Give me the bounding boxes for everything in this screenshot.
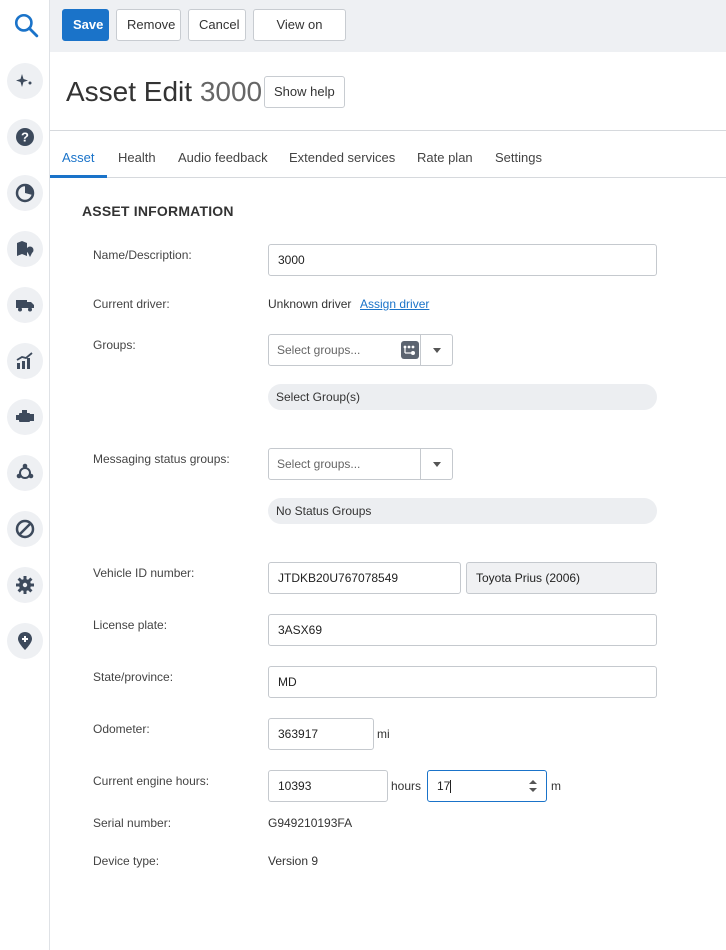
tab-health[interactable]: Health bbox=[118, 138, 156, 178]
groups-placeholder: Select groups... bbox=[277, 343, 361, 357]
sidebar: ? bbox=[0, 0, 50, 950]
engine-hours-label: Current engine hours: bbox=[93, 774, 210, 788]
driver-label: Current driver: bbox=[93, 297, 170, 311]
page-title: Asset Edit 3000 bbox=[66, 74, 262, 110]
groups-pill: Select Group(s) bbox=[268, 384, 657, 410]
remove-button[interactable]: Remove bbox=[116, 9, 181, 41]
serial-number-value: G949210193FA bbox=[268, 816, 353, 830]
gear-icon[interactable] bbox=[7, 567, 43, 603]
odometer-unit: mi bbox=[377, 727, 390, 741]
text-caret bbox=[450, 780, 452, 794]
device-type-value: Version 9 bbox=[268, 854, 319, 868]
spinner-arrows-icon[interactable] bbox=[528, 779, 538, 793]
network-icon[interactable] bbox=[7, 455, 43, 491]
main-content: Asset Edit 3000 Show help Asset Health A… bbox=[50, 52, 726, 950]
status-groups-pill: No Status Groups bbox=[268, 498, 657, 524]
groups-dropdown-caret-icon[interactable] bbox=[420, 335, 452, 365]
location-plus-icon[interactable] bbox=[7, 623, 43, 659]
status-groups-placeholder: Select groups... bbox=[277, 457, 361, 471]
device-type-label: Device type: bbox=[93, 854, 160, 868]
tab-rate-plan[interactable]: Rate plan bbox=[417, 138, 473, 178]
license-plate-input[interactable]: 3ASX69 bbox=[268, 614, 657, 646]
engine-minutes-value: 17 bbox=[437, 779, 451, 793]
sparkle-icon[interactable] bbox=[7, 63, 43, 99]
cancel-button[interactable]: Cancel bbox=[188, 9, 246, 41]
status-groups-label: Messaging status groups: bbox=[93, 452, 230, 466]
tab-asset[interactable]: Asset bbox=[50, 138, 107, 178]
help-icon[interactable]: ? bbox=[7, 119, 43, 155]
groups-label: Groups: bbox=[93, 338, 136, 352]
name-label: Name/Description: bbox=[93, 248, 192, 262]
toolbar: Save Remove Cancel View on map bbox=[50, 0, 726, 62]
serial-label: Serial number: bbox=[93, 816, 172, 830]
engine-hours-unit: hours bbox=[391, 779, 422, 793]
status-groups-select[interactable]: Select groups... bbox=[268, 448, 453, 480]
asset-id: 3000 bbox=[199, 76, 263, 107]
odometer-input[interactable]: 363917 bbox=[268, 718, 374, 750]
name-input[interactable]: 3000 bbox=[268, 244, 657, 276]
svg-text:?: ? bbox=[21, 130, 29, 145]
no-entry-icon[interactable] bbox=[7, 511, 43, 547]
page-title-text: Asset Edit bbox=[66, 76, 193, 107]
vin-input[interactable]: JTDKB20U767078549 bbox=[268, 562, 461, 594]
tab-extended-services[interactable]: Extended services bbox=[289, 138, 395, 178]
engine-icon[interactable] bbox=[7, 399, 43, 435]
trend-chart-icon[interactable] bbox=[7, 343, 43, 379]
assign-driver-link[interactable]: Assign driver bbox=[360, 297, 429, 311]
vin-label: Vehicle ID number: bbox=[93, 566, 195, 580]
show-help-button[interactable]: Show help bbox=[264, 76, 345, 108]
search-icon[interactable] bbox=[13, 12, 39, 38]
truck-icon[interactable] bbox=[7, 287, 43, 323]
tab-audio-feedback[interactable]: Audio feedback bbox=[178, 138, 268, 178]
save-button[interactable]: Save bbox=[62, 9, 109, 41]
view-on-map-button[interactable]: View on map bbox=[253, 9, 346, 62]
engine-hours-input[interactable]: 10393 bbox=[268, 770, 388, 802]
group-tree-icon[interactable] bbox=[401, 341, 419, 362]
tab-bar: Asset Health Audio feedback Extended ser… bbox=[50, 138, 726, 178]
state-label: State/province: bbox=[93, 670, 174, 684]
groups-select[interactable]: Select groups... bbox=[268, 334, 453, 366]
vehicle-model-field: Toyota Prius (2006) bbox=[466, 562, 657, 594]
pie-chart-icon[interactable] bbox=[7, 175, 43, 211]
odometer-label: Odometer: bbox=[93, 722, 150, 736]
engine-minutes-unit: m bbox=[551, 779, 561, 793]
current-driver-value: Unknown driver bbox=[268, 297, 352, 311]
plate-label: License plate: bbox=[93, 618, 168, 632]
section-title: ASSET INFORMATION bbox=[82, 203, 234, 219]
header-divider bbox=[50, 130, 726, 131]
map-pin-icon[interactable] bbox=[7, 231, 43, 267]
engine-minutes-input[interactable]: 17 bbox=[427, 770, 547, 802]
tab-settings[interactable]: Settings bbox=[495, 138, 542, 178]
state-province-input[interactable]: MD bbox=[268, 666, 657, 698]
status-groups-dropdown-caret-icon[interactable] bbox=[420, 449, 452, 479]
